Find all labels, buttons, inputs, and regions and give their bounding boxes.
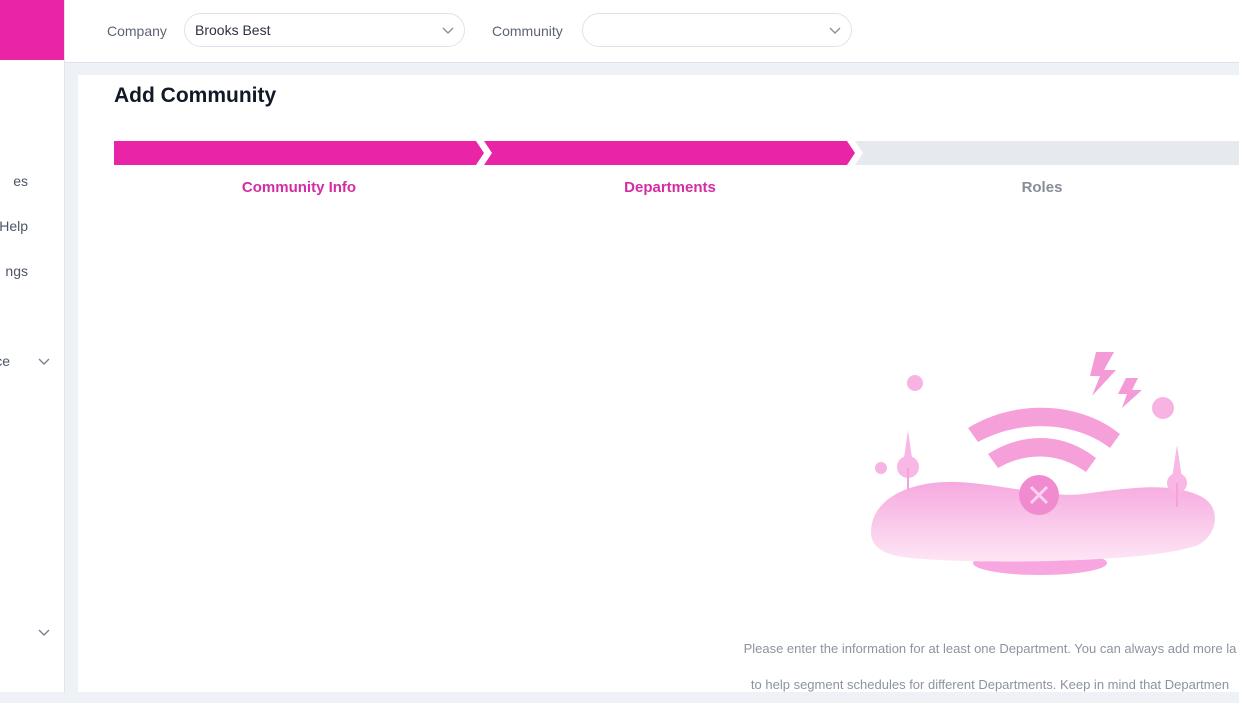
sidebar-item-4[interactable]: ce: [0, 351, 64, 371]
empty-state-line-2: to help segment schedules for different …: [750, 677, 1230, 692]
page-title: Add Community: [114, 84, 277, 107]
sidebar: es Help ngs ce: [0, 0, 65, 692]
main-panel: Add Community Community Info Departments…: [78, 75, 1239, 692]
company-select-value: Brooks Best: [195, 22, 271, 38]
top-filter-bar: Company Brooks Best Community: [65, 0, 1239, 63]
community-label: Community: [492, 23, 563, 39]
sidebar-item-label: es: [13, 173, 28, 189]
sidebar-item-label: ce: [0, 353, 10, 369]
progress-stepper: [114, 141, 1239, 165]
chevron-down-icon: [38, 358, 50, 365]
step-label-departments[interactable]: Departments: [485, 179, 855, 197]
sidebar-item-1[interactable]: es: [0, 171, 64, 191]
step-label-roles[interactable]: Roles: [857, 179, 1227, 197]
community-select[interactable]: [582, 13, 852, 47]
chevron-down-icon[interactable]: [38, 627, 50, 637]
step-label-community-info[interactable]: Community Info: [114, 179, 484, 197]
sidebar-item-settings[interactable]: ngs: [0, 261, 64, 281]
chevron-down-icon: [829, 27, 841, 34]
empty-state-line-1: Please enter the information for at leas…: [743, 641, 1237, 656]
empty-state-text: Please enter the information for at leas…: [710, 631, 1239, 703]
sidebar-item-help[interactable]: Help: [0, 216, 64, 236]
sidebar-item-label: ngs: [5, 263, 28, 279]
no-connection-illustration: [871, 352, 1215, 575]
company-select[interactable]: Brooks Best: [184, 13, 465, 47]
chevron-down-icon: [442, 27, 454, 34]
step-3-bar: [855, 141, 1239, 165]
step-1-bar: [114, 141, 484, 165]
brand-logo[interactable]: [0, 0, 64, 60]
company-label: Company: [107, 23, 167, 39]
sidebar-item-label: Help: [0, 218, 28, 234]
step-2-bar: [484, 141, 855, 165]
